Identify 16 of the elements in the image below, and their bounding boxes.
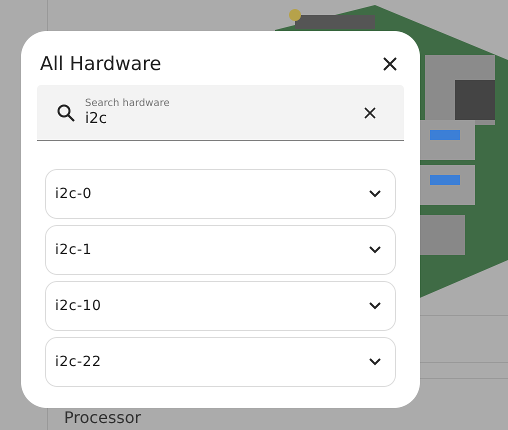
search-icon [57,104,75,122]
section-label: Processor [64,408,142,427]
chevron-icon [369,358,381,366]
hardware-item[interactable]: i2c-1 [45,225,396,275]
field-label: Search hardware [85,98,171,109]
hardware-item[interactable]: i2c-0 [45,169,396,219]
chevron-icon [369,302,381,310]
clear-icon[interactable] [364,106,376,118]
close-icon [382,56,398,72]
dialog-title: All Hardware [40,53,162,75]
search-field[interactable]: Search hardware i2c [37,85,404,141]
field-value: i2c [85,109,108,127]
hardware-item[interactable]: i2c-10 [45,281,396,331]
chevron-icon [369,190,381,198]
hardware-item[interactable]: i2c-22 [45,337,396,387]
chevron-icon [369,246,381,254]
